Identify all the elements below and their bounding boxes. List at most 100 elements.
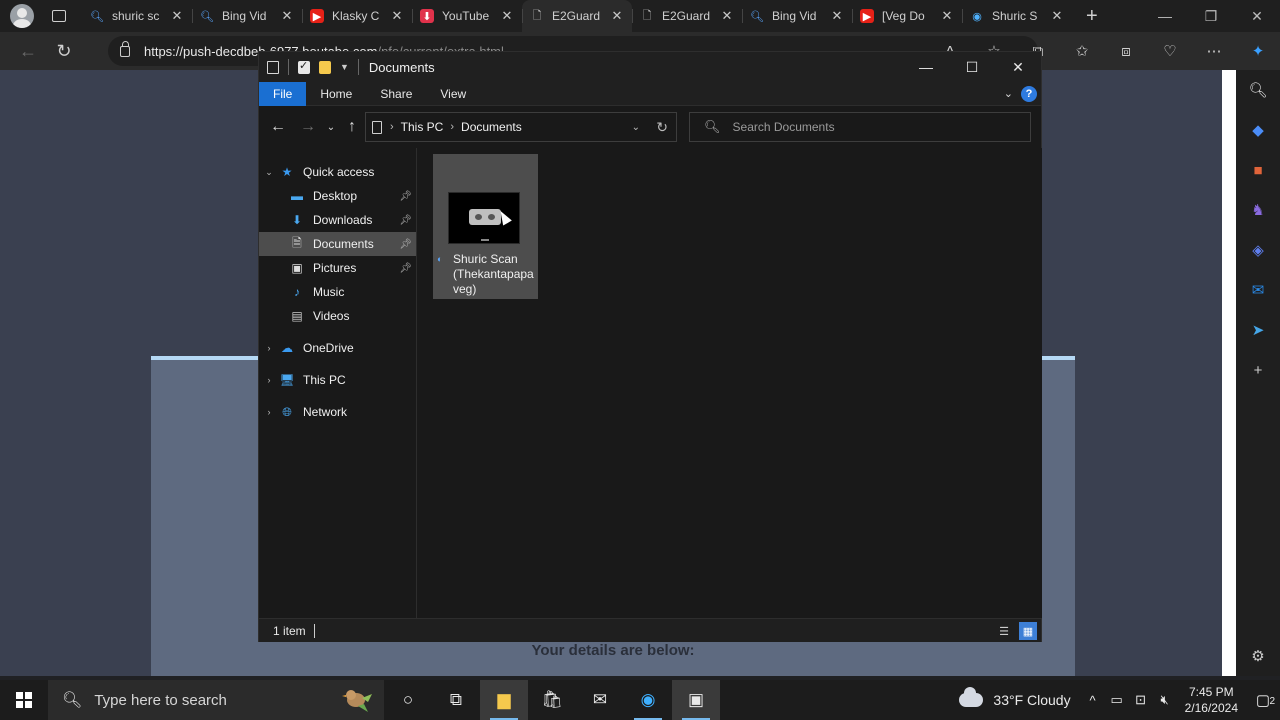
favorites-icon[interactable]: ✩ [1060, 42, 1104, 60]
tab-actions-icon[interactable] [52, 10, 66, 22]
pin-icon[interactable]: 📌︎ [399, 215, 412, 226]
close-icon[interactable]: ✕ [1050, 8, 1064, 24]
ribbon-tab-view[interactable]: View [426, 82, 480, 106]
games-icon[interactable]: ♞ [1236, 190, 1280, 230]
close-icon[interactable]: ✕ [610, 8, 624, 24]
browser-tab[interactable]: ◉ Shuric S ✕ [962, 0, 1072, 32]
chevron-down-icon[interactable]: ⌄ [259, 167, 279, 178]
pin-icon[interactable]: 📌︎ [399, 263, 412, 274]
close-icon[interactable]: ✕ [1234, 0, 1280, 32]
mail-icon[interactable]: ✉ [576, 680, 624, 720]
help-icon[interactable]: ? [1021, 86, 1037, 102]
add-icon[interactable]: + [1236, 350, 1280, 390]
taskbar-search[interactable]: 🔍︎ Type here to search [48, 680, 384, 720]
minimize-icon[interactable]: — [1142, 0, 1188, 32]
collections-icon[interactable]: ⧈ [1104, 43, 1148, 60]
recent-locations-icon[interactable]: ⌄ [323, 122, 339, 133]
browser-tab-active[interactable]: 🗋 E2Guard ✕ [522, 0, 632, 32]
large-icons-view-icon[interactable]: ▦ [1019, 622, 1037, 640]
back-icon[interactable]: ← [10, 33, 46, 69]
close-icon[interactable]: ✕ [940, 8, 954, 24]
refresh-icon[interactable]: ↻ [46, 33, 82, 69]
nav-quick-access[interactable]: ⌄ ★ Quick access [259, 160, 416, 184]
properties-icon[interactable] [267, 60, 279, 74]
close-icon[interactable]: ✕ [995, 52, 1041, 82]
browser-tab[interactable]: 🔍︎ Bing Vid ✕ [192, 0, 302, 32]
nav-item-desktop[interactable]: ▬ Desktop 📌︎ [259, 184, 416, 208]
close-icon[interactable]: ✕ [280, 8, 294, 24]
nav-item-network[interactable]: › 🌐︎ Network [259, 400, 416, 424]
breadcrumb-this-pc[interactable]: This PC [401, 120, 444, 134]
media-app-taskbar-icon[interactable]: ▣ [672, 680, 720, 720]
ribbon-tab-home[interactable]: Home [306, 82, 366, 106]
new-folder-icon[interactable] [319, 60, 331, 74]
ribbon-tab-share[interactable]: Share [366, 82, 426, 106]
clock[interactable]: 7:45 PM 2/16/2024 [1185, 684, 1238, 716]
minimize-icon[interactable]: — [903, 52, 949, 82]
nav-item-music[interactable]: ♪ Music [259, 280, 416, 304]
pin-icon[interactable]: 📌︎ [399, 191, 412, 202]
browser-tab[interactable]: ▶ Klasky C ✕ [302, 0, 412, 32]
notification-icon[interactable]: ▢ 2 [1246, 691, 1280, 709]
weather-widget[interactable]: 33°F Cloudy [959, 687, 1071, 708]
close-icon[interactable]: ✕ [390, 8, 404, 24]
shopping-icon[interactable]: ◆ [1236, 110, 1280, 150]
store-icon[interactable]: 🛍︎ [528, 680, 576, 720]
nav-item-downloads[interactable]: ⬇ Downloads 📌︎ [259, 208, 416, 232]
details-view-icon[interactable]: ☰ [995, 622, 1013, 640]
profile-avatar[interactable] [10, 4, 34, 28]
copilot-icon[interactable]: ✦ [1236, 42, 1280, 60]
volume-muted-icon[interactable]: 🔇︎ [1153, 692, 1177, 708]
new-tab-icon[interactable]: + [1086, 5, 1098, 28]
more-icon[interactable]: ⋯ [1192, 42, 1236, 60]
search-icon[interactable]: 🔍︎ [1236, 70, 1280, 110]
expand-ribbon-icon[interactable]: ⌄ [1004, 87, 1013, 100]
file-explorer-taskbar-icon[interactable]: ▆ [480, 680, 528, 720]
office-icon[interactable]: ◈ [1236, 230, 1280, 270]
send-icon[interactable]: ➤ [1236, 310, 1280, 350]
checkbox-icon[interactable] [298, 59, 310, 74]
restore-icon[interactable]: ❐ [1188, 0, 1234, 32]
settings-icon[interactable]: ⚙ [1236, 636, 1280, 676]
browser-tab[interactable]: 🔍︎ Bing Vid ✕ [742, 0, 852, 32]
chevron-right-icon[interactable]: › [259, 343, 279, 353]
tools-icon[interactable]: ■ [1236, 150, 1280, 190]
refresh-icon[interactable]: ↻ [656, 119, 668, 136]
close-icon[interactable]: ✕ [720, 8, 734, 24]
task-view-icon[interactable]: ⧉ [432, 680, 480, 720]
browser-tab[interactable]: ⬇ YouTube ✕ [412, 0, 522, 32]
nav-item-videos[interactable]: ▤ Videos [259, 304, 416, 328]
chevron-right-icon[interactable]: › [259, 375, 279, 385]
back-arrow-icon[interactable]: ← [263, 118, 293, 136]
outlook-icon[interactable]: ✉ [1236, 270, 1280, 310]
performance-icon[interactable]: ♡ [1148, 42, 1192, 60]
up-arrow-icon[interactable]: ↑ [339, 118, 365, 136]
close-icon[interactable]: ✕ [500, 8, 514, 24]
battery-icon[interactable]: ▭ [1105, 692, 1129, 708]
nav-item-pictures[interactable]: ▣ Pictures 📌︎ [259, 256, 416, 280]
edge-taskbar-icon[interactable]: ◉ [624, 680, 672, 720]
cortana-icon[interactable]: ○ [384, 680, 432, 720]
chevron-down-icon[interactable]: ⌄ [632, 122, 640, 133]
file-item[interactable]: ◐ Shuric Scan (Thekantapapa veg) [433, 154, 538, 299]
browser-tab[interactable]: ▶ [Veg Do ✕ [852, 0, 962, 32]
browser-tab[interactable]: 🔍︎ shuric sc ✕ [82, 0, 192, 32]
start-button[interactable] [0, 680, 48, 720]
ribbon-tab-file[interactable]: File [259, 81, 307, 106]
maximize-icon[interactable]: ☐ [949, 52, 995, 82]
search-input[interactable]: 🔍︎ Search Documents [689, 112, 1031, 142]
chevron-right-icon[interactable]: › [259, 407, 279, 417]
nav-item-onedrive[interactable]: › ☁ OneDrive [259, 336, 416, 360]
customize-dropdown-icon[interactable]: ▼ [340, 62, 349, 72]
page-scrollbar[interactable] [1222, 70, 1236, 676]
breadcrumb-documents[interactable]: Documents [461, 120, 522, 134]
pin-icon[interactable]: 📌︎ [399, 239, 412, 250]
network-icon[interactable]: ⊡ [1129, 692, 1153, 708]
nav-item-this-pc[interactable]: › 🖥︎ This PC [259, 368, 416, 392]
close-icon[interactable]: ✕ [830, 8, 844, 24]
nav-item-documents[interactable]: 🗎 Documents 📌︎ [259, 232, 416, 256]
browser-tab[interactable]: 🗋 E2Guard ✕ [632, 0, 742, 32]
forward-arrow-icon[interactable]: → [293, 118, 323, 136]
chevron-up-icon[interactable]: ^ [1081, 693, 1105, 708]
breadcrumb[interactable]: › This PC › Documents ⌄ ↻ [365, 112, 677, 142]
